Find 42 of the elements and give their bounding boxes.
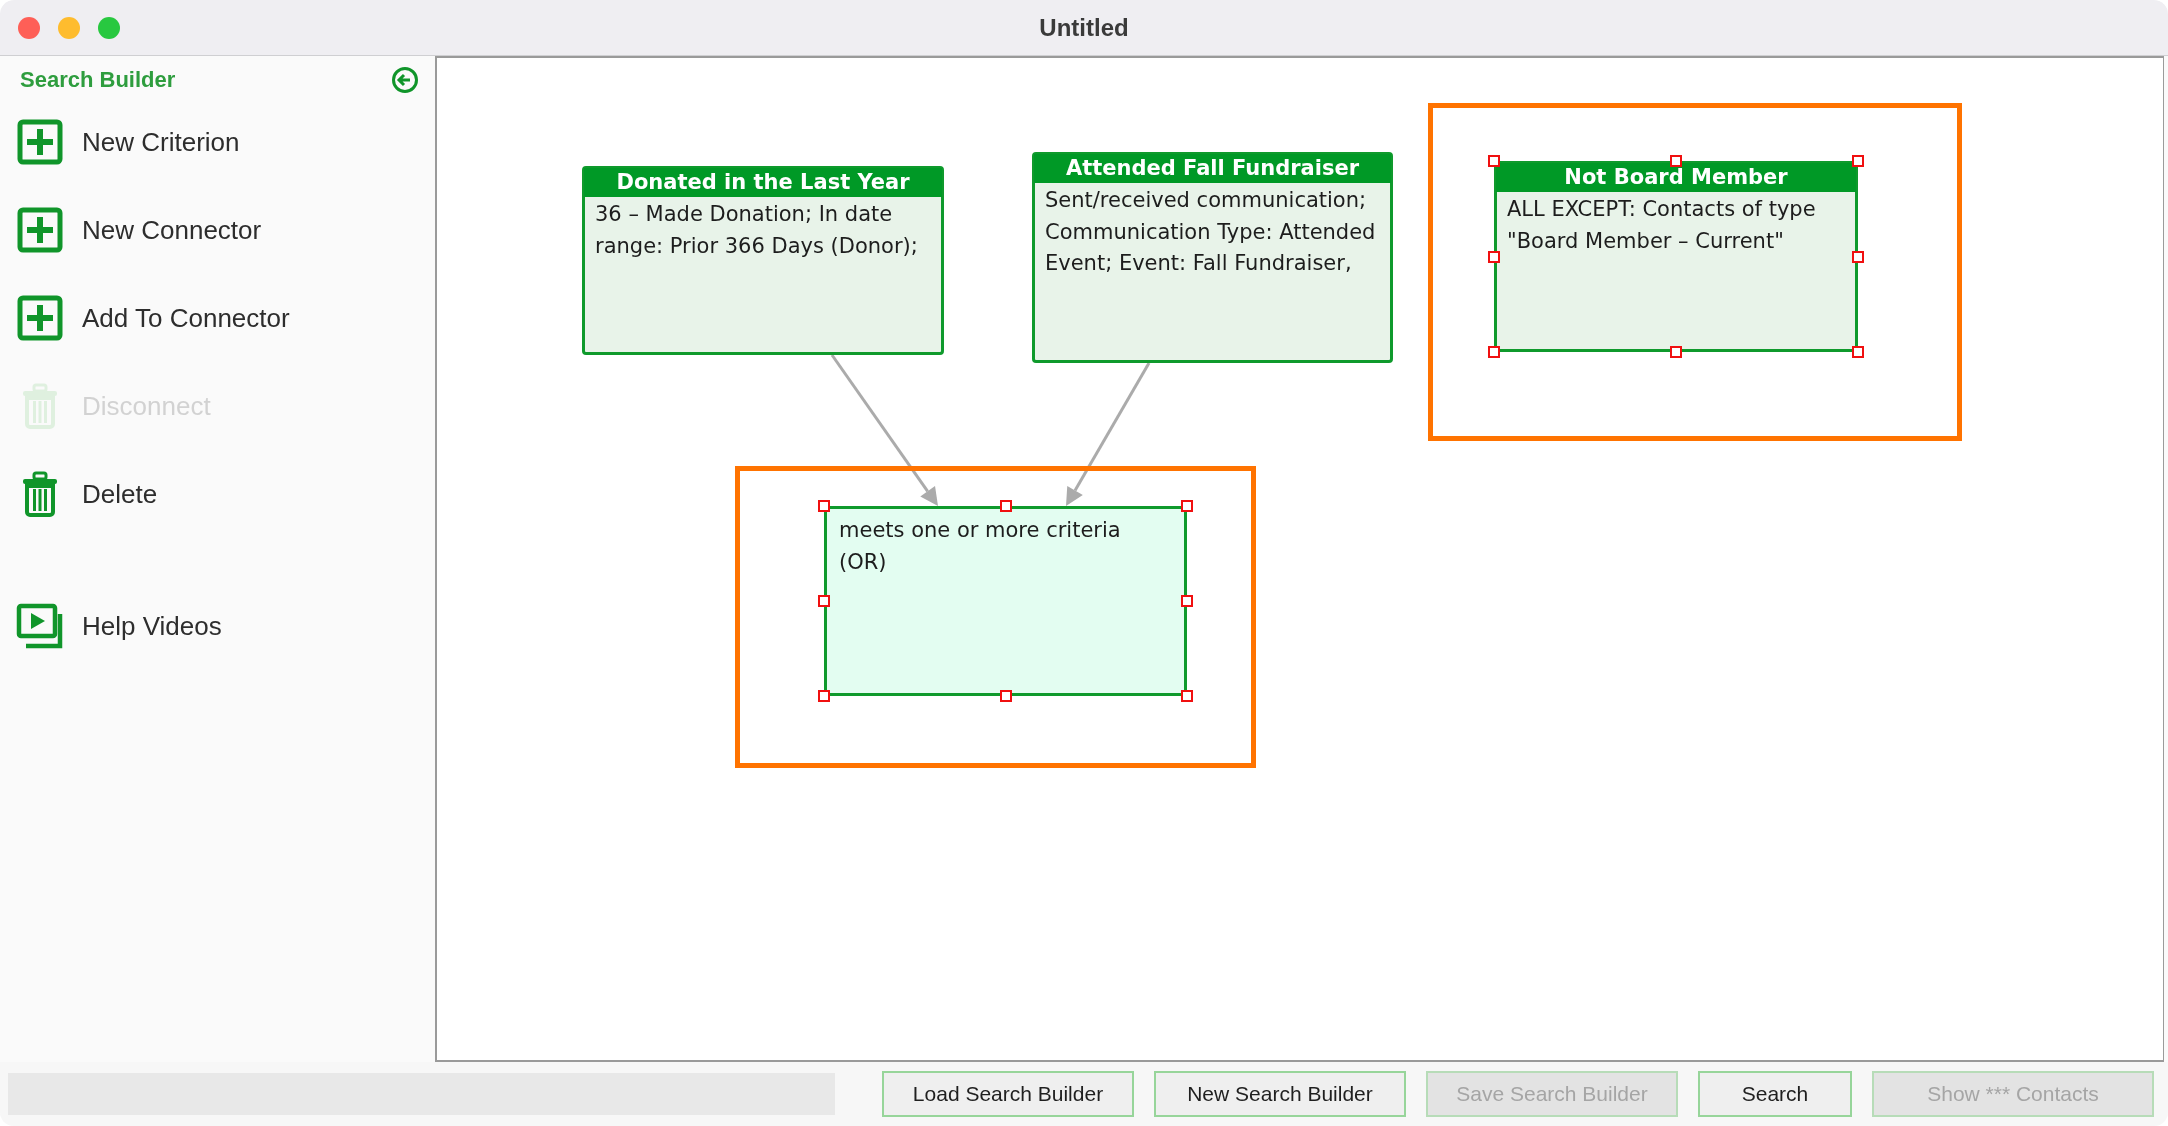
resize-handle[interactable] xyxy=(1852,155,1864,167)
resize-handle[interactable] xyxy=(1181,690,1193,702)
resize-handle[interactable] xyxy=(818,595,830,607)
criterion-card[interactable]: Not Board Member ALL EXCEPT: Contacts of type "Board Member – Current" xyxy=(1494,161,1858,352)
plus-square-icon xyxy=(16,206,64,254)
plus-square-icon xyxy=(16,118,64,166)
connector-card[interactable]: meets one or more criteria (OR) xyxy=(824,506,1187,696)
resize-handle[interactable] xyxy=(818,500,830,512)
criterion-title: Attended Fall Fundraiser xyxy=(1065,156,1360,180)
resize-handle[interactable] xyxy=(1488,250,1500,263)
criterion-card[interactable]: Attended Fall Fundraiser Sent/received communication; Communication Type: Attended Event; Event: Fall Fundraiser, xyxy=(1032,152,1393,363)
sidebar-item[interactable]: Help Videos xyxy=(0,582,222,670)
resize-handle[interactable] xyxy=(1852,346,1864,358)
criterion-description: Sent/received communication; Communication Type: Attended Event; Event: Fall Fundraiser, xyxy=(1044,187,1377,277)
sidebar-item[interactable]: New Criterion xyxy=(0,98,240,186)
resize-handle[interactable] xyxy=(1181,500,1193,512)
resize-handle[interactable] xyxy=(999,500,1012,512)
plus-square-icon xyxy=(16,294,64,342)
resize-handle[interactable] xyxy=(818,690,830,702)
criterion-card[interactable]: Donated in the Last Year 36 – Made Donation; In date range: Prior 366 Days (Donor); xyxy=(582,166,944,355)
video-play-icon xyxy=(16,602,64,650)
criterion-title: Donated in the Last Year xyxy=(616,170,910,194)
resize-handle[interactable] xyxy=(1670,155,1682,167)
criterion-description: ALL EXCEPT: Contacts of type "Board Member – Current" xyxy=(1506,196,1817,255)
criterion-description: meets one or more criteria (OR) xyxy=(838,517,1122,576)
criterion-title: Not Board Member xyxy=(1564,165,1788,189)
resize-handle[interactable] xyxy=(1488,155,1500,167)
resize-handle[interactable] xyxy=(1181,595,1193,607)
footer-button[interactable]: New Search Builder xyxy=(1154,1071,1406,1117)
resize-handle[interactable] xyxy=(1852,250,1864,263)
sidebar-title: Search Builder xyxy=(20,67,176,93)
sidebar-item[interactable]: New Connector xyxy=(0,186,262,274)
sidebar-item[interactable]: Delete xyxy=(0,450,158,538)
resize-handle[interactable] xyxy=(999,690,1012,702)
close-button[interactable] xyxy=(18,16,40,39)
sidebar-item[interactable]: Add To Connector xyxy=(0,274,290,362)
window-title: Untitled xyxy=(1039,13,1129,41)
resize-handle[interactable] xyxy=(1488,346,1500,358)
footer-button[interactable]: Load Search Builder xyxy=(882,1071,1134,1117)
resize-handle[interactable] xyxy=(1670,346,1682,358)
footer-button[interactable]: Search xyxy=(1698,1071,1852,1117)
criterion-description: 36 – Made Donation; In date range: Prior 366 Days (Donor); xyxy=(594,201,919,260)
